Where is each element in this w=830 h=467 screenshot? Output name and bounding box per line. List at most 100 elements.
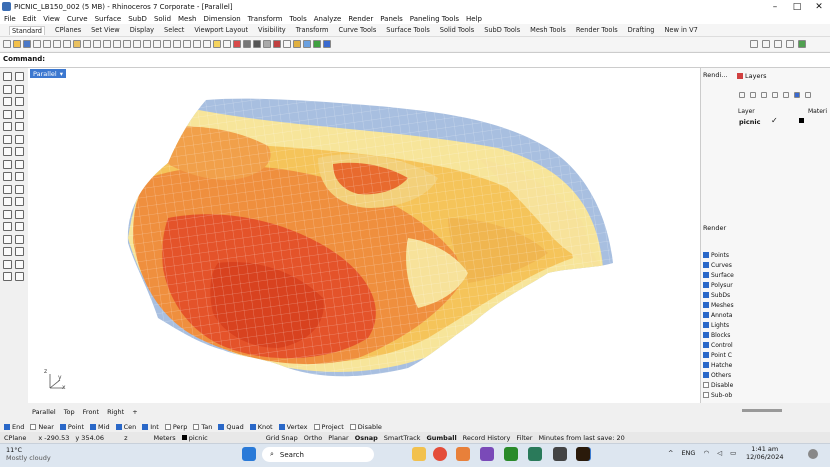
display-filter-item[interactable]: Surface — [703, 270, 735, 280]
checkbox[interactable] — [115, 423, 122, 430]
display-filter-item[interactable]: Annota — [703, 310, 735, 320]
tab-front[interactable]: Front — [83, 408, 99, 416]
array-icon[interactable] — [15, 209, 24, 219]
point-icon[interactable] — [15, 72, 24, 81]
tab-select[interactable]: Select — [164, 26, 184, 34]
join-icon[interactable] — [15, 197, 24, 206]
tab-cplanes[interactable]: CPlanes — [55, 26, 81, 34]
tab-viewport-layout[interactable]: Viewport Layout — [194, 26, 248, 34]
rhino-taskbar-icon[interactable] — [553, 447, 567, 461]
osnap-option[interactable]: Perp — [164, 423, 187, 431]
display-filter-item[interactable]: Sub-ob — [703, 390, 735, 400]
app-icon-green[interactable] — [528, 447, 542, 461]
file-explorer-icon[interactable] — [412, 447, 426, 461]
rotate-icon[interactable] — [3, 234, 12, 244]
command-area[interactable]: Command: — [0, 52, 830, 68]
text-icon[interactable] — [3, 134, 12, 144]
shade-icon[interactable] — [243, 40, 251, 48]
ghosted-icon[interactable] — [263, 40, 271, 48]
print-icon[interactable] — [33, 40, 41, 48]
tab-render-tools[interactable]: Render Tools — [576, 26, 618, 34]
osnap-option[interactable]: Cen — [115, 423, 136, 431]
zoom-extents-icon[interactable] — [143, 40, 151, 48]
checkbox[interactable] — [703, 372, 709, 378]
display-filter-item[interactable]: Points — [703, 250, 735, 260]
menu-analyze[interactable]: Analyze — [314, 15, 342, 23]
menu-help[interactable]: Help — [466, 15, 482, 23]
maximize-icon[interactable]: □ — [786, 2, 808, 12]
polygon-icon[interactable] — [3, 122, 12, 131]
osnap-option[interactable]: Vertex — [278, 423, 308, 431]
circle-icon[interactable] — [3, 97, 12, 106]
checkbox[interactable] — [703, 342, 709, 348]
volume-icon[interactable]: ◁ — [717, 449, 722, 457]
wifi-icon[interactable] — [750, 40, 758, 48]
clock[interactable]: 1:41 am 12/06/2024 — [746, 445, 783, 461]
menu-edit[interactable]: Edit — [23, 15, 37, 23]
checkbox[interactable] — [703, 302, 709, 308]
checkbox[interactable] — [278, 423, 285, 430]
surface-icon[interactable] — [3, 147, 12, 156]
layer-row-picnic[interactable]: picnic — [739, 118, 760, 126]
new-layer-icon[interactable] — [739, 92, 745, 98]
menu-tools[interactable]: Tools — [290, 15, 307, 23]
osnap-option[interactable]: Tan — [193, 423, 212, 431]
tab-right[interactable]: Right — [107, 408, 124, 416]
polyline-icon[interactable] — [3, 84, 12, 94]
environment-icon[interactable] — [303, 40, 311, 48]
chrome-icon[interactable] — [433, 447, 447, 461]
record-history-toggle[interactable]: Record History — [463, 434, 511, 442]
checkbox[interactable] — [703, 392, 709, 398]
check-icon[interactable] — [15, 247, 24, 256]
checkbox[interactable] — [218, 423, 225, 430]
smarttrack-toggle[interactable]: SmartTrack — [384, 434, 421, 442]
mesh-icon[interactable] — [3, 172, 12, 181]
weather-widget[interactable]: 11°C Mostly cloudy — [6, 446, 51, 462]
notification-icon[interactable] — [808, 449, 818, 459]
split-icon[interactable] — [3, 197, 12, 206]
checkbox[interactable] — [59, 423, 66, 430]
current-layer-check-icon[interactable]: ✓ — [771, 116, 778, 125]
menu-mesh[interactable]: Mesh — [178, 15, 196, 23]
ortho-toggle[interactable]: Ortho — [304, 434, 322, 442]
pan-icon[interactable] — [103, 40, 111, 48]
checkbox[interactable] — [349, 423, 356, 430]
taskbar-search[interactable]: ⌕ Search — [262, 447, 374, 462]
planar-toggle[interactable]: Planar — [328, 434, 348, 442]
delete-layer-icon[interactable] — [761, 92, 767, 98]
checkbox[interactable] — [164, 423, 171, 430]
display-filter-item[interactable]: Curves — [703, 260, 735, 270]
checkbox[interactable] — [703, 272, 709, 278]
extrude-icon[interactable] — [15, 147, 24, 156]
menu-subd[interactable]: SubD — [128, 15, 147, 23]
checkbox[interactable] — [313, 423, 320, 430]
display-filter-item[interactable]: Control — [703, 340, 735, 350]
new-file-icon[interactable] — [3, 40, 11, 48]
open-file-icon[interactable] — [13, 40, 21, 48]
ellipse-icon[interactable] — [3, 109, 12, 119]
osnap-option[interactable]: Project — [313, 423, 344, 431]
analysis-icon[interactable] — [293, 40, 301, 48]
sphere-icon[interactable] — [15, 159, 24, 169]
panel-scrollbar[interactable] — [742, 409, 782, 412]
lock-icon[interactable] — [762, 40, 770, 48]
wifi-tray-icon[interactable]: ◠ — [703, 449, 709, 457]
units-label[interactable]: Meters — [153, 434, 175, 442]
osnap-option[interactable]: Point — [59, 423, 84, 431]
tab-subd-tools[interactable]: SubD Tools — [484, 26, 520, 34]
layer-color-swatch[interactable] — [799, 118, 804, 123]
tab-curve-tools[interactable]: Curve Tools — [339, 26, 377, 34]
cut-icon[interactable] — [53, 40, 61, 48]
boolean-icon[interactable] — [15, 172, 24, 181]
minimize-icon[interactable]: – — [764, 2, 786, 12]
display-filter-item[interactable]: Others — [703, 370, 735, 380]
move-down-icon[interactable] — [783, 92, 789, 98]
move-up-icon[interactable] — [772, 92, 778, 98]
close-icon[interactable]: ✕ — [808, 2, 830, 12]
add-tab-icon[interactable]: + — [132, 408, 137, 416]
help-icon[interactable] — [323, 40, 331, 48]
layer-tools-icon[interactable] — [805, 92, 811, 98]
display-filter-item[interactable]: Blocks — [703, 330, 735, 340]
osnap-option[interactable]: Int — [142, 423, 159, 431]
checkbox[interactable] — [703, 382, 709, 388]
